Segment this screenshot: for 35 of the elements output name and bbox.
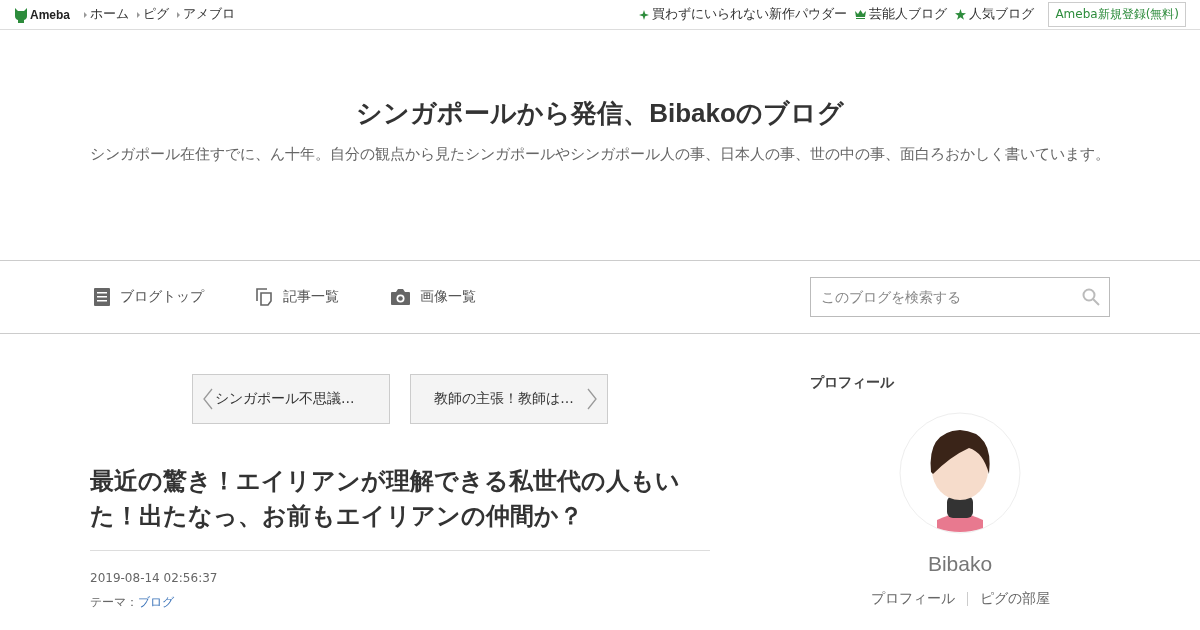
avatar[interactable] [899, 412, 1021, 534]
search-icon [1082, 288, 1100, 306]
top-nav-link[interactable]: アメブロ [177, 6, 235, 23]
profile-name[interactable]: Bibako [927, 552, 993, 576]
blog-nav-link[interactable]: ブログトップ [94, 288, 204, 306]
crown-icon [855, 10, 867, 19]
top-nav-link[interactable]: ピグ [137, 6, 169, 23]
chevron-left-icon [203, 388, 213, 410]
ameba-logo[interactable]: Ameba [30, 7, 70, 22]
previous-article-button[interactable]: シンガポール不思議… [192, 374, 390, 424]
top-right-link[interactable]: 芸能人ブログ [855, 6, 948, 23]
top-nav-link[interactable]: ホーム [84, 6, 129, 23]
search-field[interactable]: このブログを検索する [810, 277, 1110, 317]
register-button[interactable]: Ameba新規登録(無料) [1048, 2, 1186, 27]
article-date: 2019-08-14 02:56:37 [90, 570, 219, 585]
camera-icon [391, 289, 410, 305]
profile-heading: プロフィール [810, 374, 894, 392]
document-icon [94, 288, 110, 306]
top-right-link[interactable]: 買わずにいられない新作パウダー [639, 6, 848, 23]
copy-icon [256, 288, 273, 306]
profile-link[interactable]: プロフィール [870, 590, 955, 608]
next-article-button[interactable]: 教師の主張！教師は… [410, 374, 608, 424]
chevron-right-icon [587, 388, 597, 410]
star-icon [955, 9, 967, 20]
blog-description: シンガポール在住すでに、ん十年。自分の観点から見たシンガポールやシンガポール人の事、日本人の事、世の中の事、面白ろおかしく書いています。 [90, 145, 1110, 164]
blog-title[interactable]: シンガポールから発信、Bibakoのブログ [356, 96, 844, 131]
blog-nav-link[interactable]: 記事一覧 [256, 288, 339, 306]
article-title[interactable]: 最近の驚き！エイリアンが理解できる私世代の人もいた！出たなっ、お前もエイリアンの仲間か？ [90, 464, 710, 551]
theme-link[interactable]: ブログ [138, 594, 174, 609]
blog-nav-link[interactable]: 画像一覧 [391, 288, 476, 306]
sparkle-icon [639, 9, 650, 20]
theme-label: テーマ： [90, 594, 138, 609]
top-right-link[interactable]: 人気ブログ [955, 6, 1035, 23]
logo-mascot-icon [14, 6, 28, 23]
profile-link[interactable]: ピグの部屋 [979, 590, 1050, 608]
